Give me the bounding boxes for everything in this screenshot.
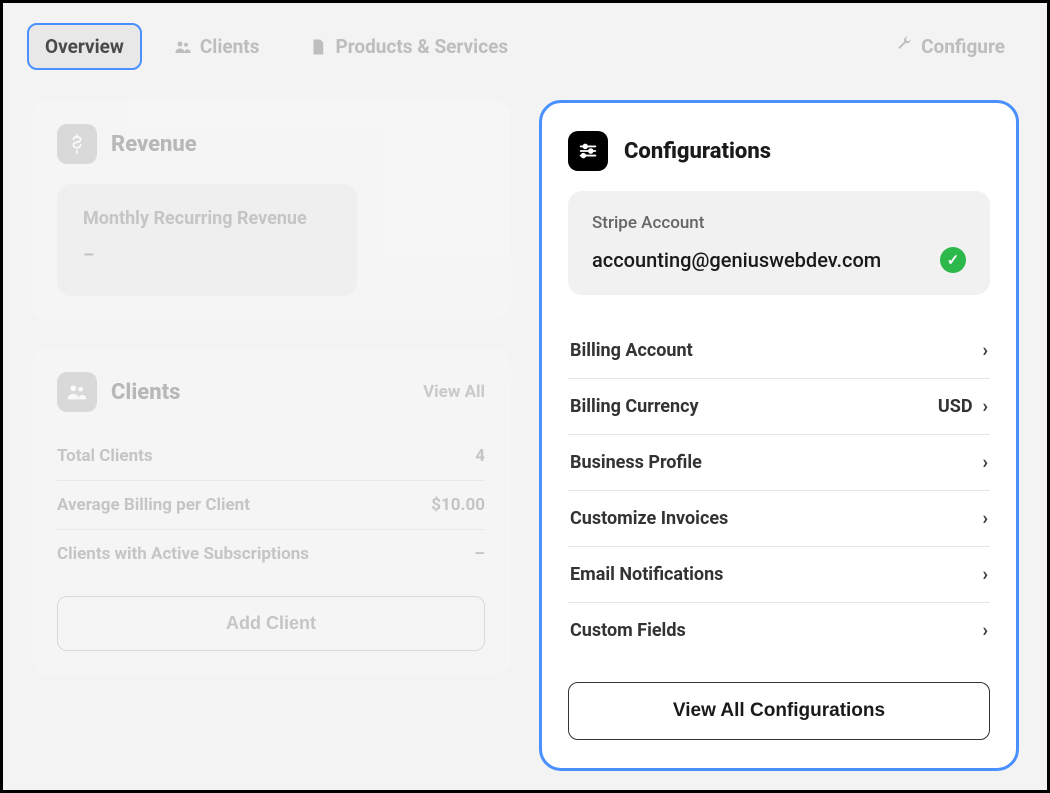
revenue-title: Revenue (111, 132, 197, 157)
tab-products-label: Products & Services (335, 35, 508, 58)
stat-row: Total Clients 4 (57, 432, 485, 481)
chevron-right-icon: › (983, 620, 988, 641)
config-item-billing-account[interactable]: Billing Account › (568, 323, 990, 379)
stripe-label: Stripe Account (592, 213, 966, 233)
chevron-right-icon: › (983, 452, 988, 473)
tab-overview[interactable]: Overview (27, 23, 142, 70)
config-item-label: Billing Account (570, 340, 693, 361)
stripe-email: accounting@geniuswebdev.com (592, 248, 881, 272)
config-item-label: Custom Fields (570, 620, 686, 641)
document-icon (309, 38, 327, 56)
configurations-title: Configurations (624, 139, 771, 164)
config-item-label: Billing Currency (570, 396, 699, 417)
config-item-value: USD (938, 396, 973, 417)
stat-label: Total Clients (57, 446, 153, 466)
configure-label: Configure (921, 35, 1005, 58)
clients-view-all[interactable]: View All (423, 382, 485, 402)
stripe-account-box: Stripe Account accounting@geniuswebdev.c… (568, 191, 990, 295)
people-icon (174, 38, 192, 56)
mrr-box: Monthly Recurring Revenue – (57, 184, 357, 296)
mrr-label: Monthly Recurring Revenue (83, 206, 331, 231)
config-item-label: Business Profile (570, 452, 702, 473)
view-all-configurations-button[interactable]: View All Configurations (568, 682, 990, 740)
stat-label: Clients with Active Subscriptions (57, 544, 309, 564)
revenue-card: Revenue Monthly Recurring Revenue – (31, 100, 511, 320)
config-item-customize-invoices[interactable]: Customize Invoices › (568, 491, 990, 547)
chevron-right-icon: › (983, 396, 988, 417)
mrr-value: – (83, 245, 331, 266)
people-icon (57, 372, 97, 412)
wrench-icon (895, 35, 913, 58)
tabs-bar: Overview Clients Products & Services Con… (3, 3, 1047, 80)
tab-clients-label: Clients (200, 35, 260, 58)
add-client-button[interactable]: Add Client (57, 596, 485, 651)
stat-label: Average Billing per Client (57, 495, 250, 515)
chevron-right-icon: › (983, 508, 988, 529)
clients-title: Clients (111, 380, 180, 405)
configure-button[interactable]: Configure (877, 23, 1023, 70)
tab-overview-label: Overview (45, 35, 124, 58)
sliders-icon (568, 131, 608, 171)
config-item-label: Email Notifications (570, 564, 723, 585)
config-item-email-notifications[interactable]: Email Notifications › (568, 547, 990, 603)
stat-value: 4 (475, 446, 485, 466)
config-item-business-profile[interactable]: Business Profile › (568, 435, 990, 491)
stat-row: Average Billing per Client $10.00 (57, 481, 485, 530)
chevron-right-icon: › (983, 340, 988, 361)
stat-value: $10.00 (431, 495, 485, 515)
config-item-label: Customize Invoices (570, 508, 728, 529)
clients-card: Clients View All Total Clients 4 Average… (31, 348, 511, 675)
chevron-right-icon: › (983, 564, 988, 585)
tab-products[interactable]: Products & Services (291, 23, 526, 70)
config-item-billing-currency[interactable]: Billing Currency USD › (568, 379, 990, 435)
check-icon: ✓ (940, 247, 966, 273)
configurations-card: Configurations Stripe Account accounting… (539, 100, 1019, 771)
config-item-custom-fields[interactable]: Custom Fields › (568, 603, 990, 658)
stat-row: Clients with Active Subscriptions – (57, 530, 485, 578)
dollar-icon (57, 124, 97, 164)
tab-clients[interactable]: Clients (156, 23, 278, 70)
stat-value: – (474, 544, 485, 564)
